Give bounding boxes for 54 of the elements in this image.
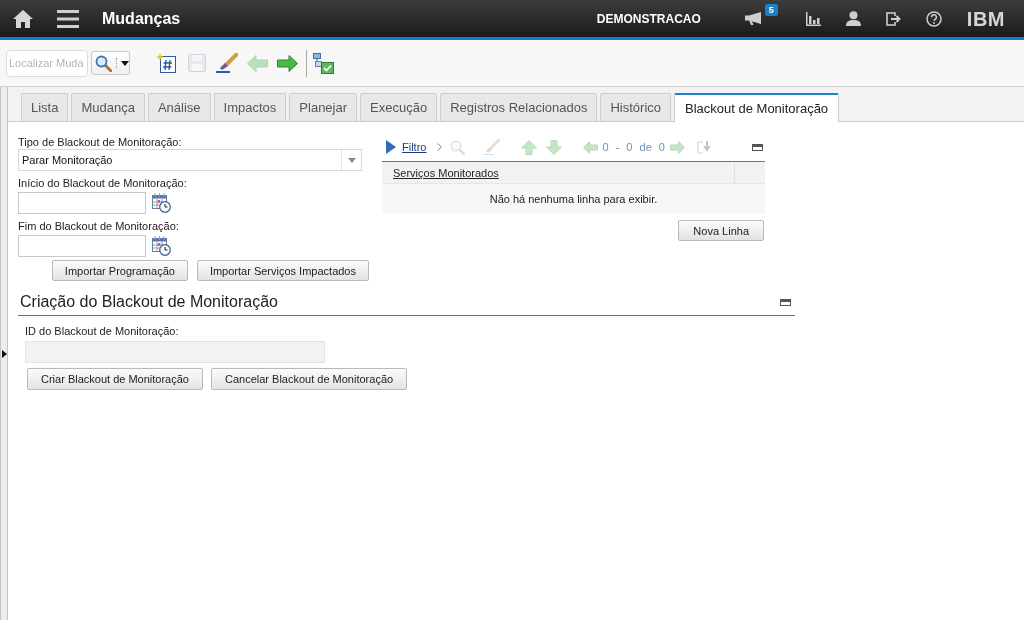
- megaphone-icon[interactable]: [744, 12, 761, 25]
- brand-logo: IBM: [966, 8, 1005, 29]
- user-icon[interactable]: [845, 11, 861, 26]
- import-button[interactable]: Importar Programação: [51, 260, 188, 281]
- logout-icon[interactable]: [885, 11, 901, 26]
- tab[interactable]: Lista: [21, 93, 69, 121]
- filter-link[interactable]: Filtro: [402, 141, 427, 153]
- help-icon[interactable]: [925, 10, 942, 27]
- app-title: Mudanças: [102, 8, 181, 29]
- menu-icon[interactable]: [57, 9, 79, 28]
- calendar-clock-icon[interactable]: [152, 193, 171, 213]
- tab[interactable]: Mudança: [71, 93, 145, 121]
- tab[interactable]: Registros Relacionados: [440, 93, 598, 121]
- tab[interactable]: Impactos: [213, 93, 287, 121]
- field-label: Tipo de Blackout de Monitoração:: [18, 136, 182, 149]
- search-field[interactable]: Localizar Muda: [6, 49, 88, 77]
- tab[interactable]: Planejar: [289, 93, 358, 121]
- calendar-clock-icon[interactable]: [152, 236, 171, 256]
- blackout-action-button[interactable]: Cancelar Blackout de Monitoração: [210, 368, 408, 390]
- id-input-field[interactable]: [25, 341, 325, 363]
- pagination-range: 0 - 0 de 0: [602, 141, 665, 153]
- tab[interactable]: Blackout de Monitoração: [674, 93, 840, 122]
- date-input-field[interactable]: [18, 235, 146, 257]
- new-document-icon[interactable]: [156, 53, 178, 73]
- expand-arrow-icon: [1, 349, 7, 358]
- blackout-type-select[interactable]: Parar Monitoração: [18, 149, 362, 171]
- import-button[interactable]: Importar Serviços Impactados: [196, 260, 369, 281]
- arrow-right-icon[interactable]: [277, 54, 298, 72]
- tab[interactable]: Execução: [360, 93, 438, 121]
- chevron-right-icon: [437, 143, 443, 151]
- bar-chart-icon[interactable]: [805, 11, 821, 26]
- tab[interactable]: Histórico: [600, 93, 671, 121]
- collapse-icon[interactable]: [780, 298, 791, 306]
- section-title: Criação do Blackout de Monitoração: [20, 293, 278, 311]
- new-row-button[interactable]: Nova Linha: [678, 220, 764, 241]
- workflow-check-icon[interactable]: [313, 52, 334, 74]
- user-name: DEMONSTRACAO: [596, 11, 701, 26]
- brush-icon[interactable]: [216, 53, 238, 73]
- collapse-icon[interactable]: [752, 143, 763, 151]
- play-triangle-icon[interactable]: [386, 140, 396, 154]
- caret-down-icon: [347, 157, 356, 163]
- caret-down-icon: [121, 60, 129, 66]
- tab[interactable]: Análise: [147, 93, 211, 121]
- field-label: ID do Blackout de Monitoração:: [25, 325, 179, 338]
- search-icon: [95, 54, 112, 72]
- search-button[interactable]: [91, 51, 130, 75]
- home-icon[interactable]: [13, 9, 33, 28]
- blackout-action-button[interactable]: Criar Blackout de Monitoração: [27, 368, 203, 390]
- field-label: Fim do Blackout de Monitoração:: [18, 220, 179, 233]
- empty-table-message: Não há nenhuma linha para exibir.: [489, 193, 658, 205]
- notification-count-badge: 5: [764, 4, 778, 16]
- date-input-field[interactable]: [18, 192, 146, 214]
- field-label: Início do Blackout de Monitoração:: [18, 177, 187, 190]
- column-header[interactable]: Serviços Monitorados: [393, 165, 499, 180]
